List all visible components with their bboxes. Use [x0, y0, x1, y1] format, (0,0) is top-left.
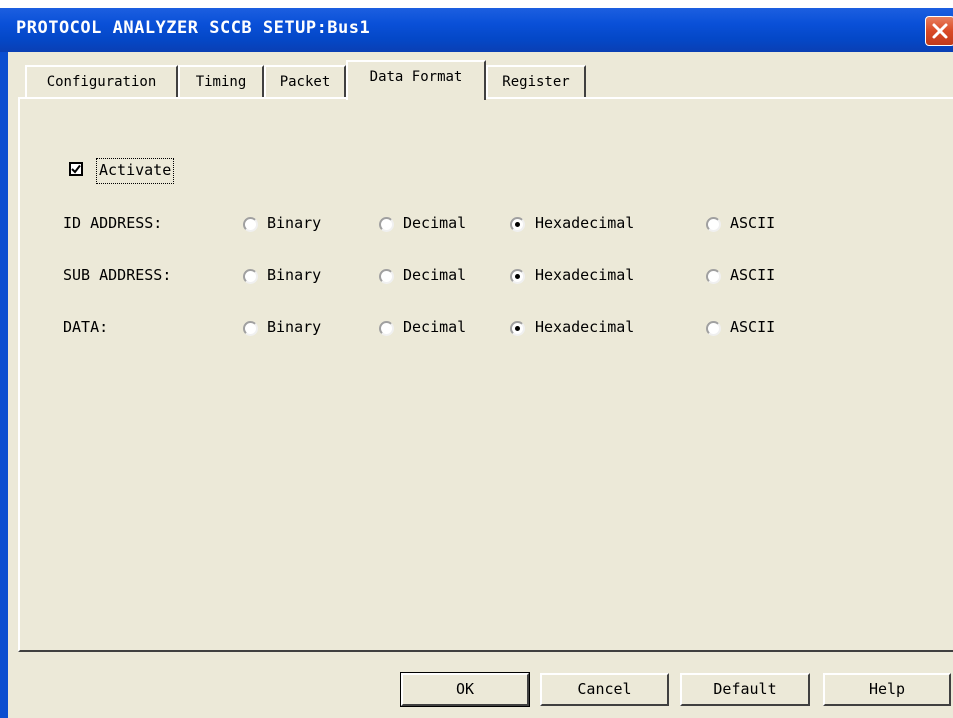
radio-label[interactable]: ASCII	[730, 318, 775, 336]
ok-button[interactable]: OK	[400, 672, 530, 707]
checkmark-icon	[71, 164, 81, 174]
data-binary-radio[interactable]	[243, 321, 258, 336]
id-address-hexadecimal-radio[interactable]	[510, 217, 525, 232]
data-label: DATA:	[63, 318, 109, 336]
tab-configuration[interactable]: Configuration	[25, 65, 178, 97]
sub-address-label: SUB ADDRESS:	[63, 266, 172, 284]
activate-label[interactable]: Activate	[96, 158, 175, 184]
tab-packet[interactable]: Packet	[264, 65, 346, 97]
radio-selected-dot	[515, 222, 520, 227]
close-icon	[932, 23, 948, 39]
help-button[interactable]: Help	[823, 673, 951, 706]
sub-address-hexadecimal-radio[interactable]	[510, 269, 525, 284]
id-address-decimal-radio[interactable]	[379, 217, 394, 232]
radio-label[interactable]: Decimal	[403, 214, 466, 232]
sub-address-ascii-radio[interactable]	[706, 269, 721, 284]
id-address-binary-radio[interactable]	[243, 217, 258, 232]
default-button[interactable]: Default	[680, 673, 810, 706]
data-decimal-radio[interactable]	[379, 321, 394, 336]
tab-data-format[interactable]: Data Format	[346, 60, 486, 100]
close-button[interactable]	[925, 16, 953, 46]
radio-label[interactable]: Hexadecimal	[535, 266, 634, 284]
activate-checkbox[interactable]	[69, 162, 83, 176]
cancel-button[interactable]: Cancel	[540, 673, 669, 706]
data-hexadecimal-radio[interactable]	[510, 321, 525, 336]
title-bar[interactable]: PROTOCOL ANALYZER SCCB SETUP:Bus1	[0, 8, 953, 52]
window-frame	[0, 52, 8, 718]
sub-address-binary-radio[interactable]	[243, 269, 258, 284]
tab-register[interactable]: Register	[486, 65, 586, 97]
radio-label[interactable]: Decimal	[403, 266, 466, 284]
radio-label[interactable]: Binary	[267, 266, 321, 284]
radio-label[interactable]: Hexadecimal	[535, 318, 634, 336]
radio-label[interactable]: Binary	[267, 214, 321, 232]
window-title: PROTOCOL ANALYZER SCCB SETUP:Bus1	[16, 18, 371, 38]
radio-selected-dot	[515, 326, 520, 331]
tab-timing[interactable]: Timing	[178, 65, 264, 97]
sub-address-decimal-radio[interactable]	[379, 269, 394, 284]
radio-label[interactable]: ASCII	[730, 214, 775, 232]
radio-label[interactable]: Hexadecimal	[535, 214, 634, 232]
id-address-label: ID ADDRESS:	[63, 214, 163, 232]
data-ascii-radio[interactable]	[706, 321, 721, 336]
radio-label[interactable]: Decimal	[403, 318, 466, 336]
radio-label[interactable]: Binary	[267, 318, 321, 336]
radio-label[interactable]: ASCII	[730, 266, 775, 284]
radio-selected-dot	[515, 274, 520, 279]
id-address-ascii-radio[interactable]	[706, 217, 721, 232]
